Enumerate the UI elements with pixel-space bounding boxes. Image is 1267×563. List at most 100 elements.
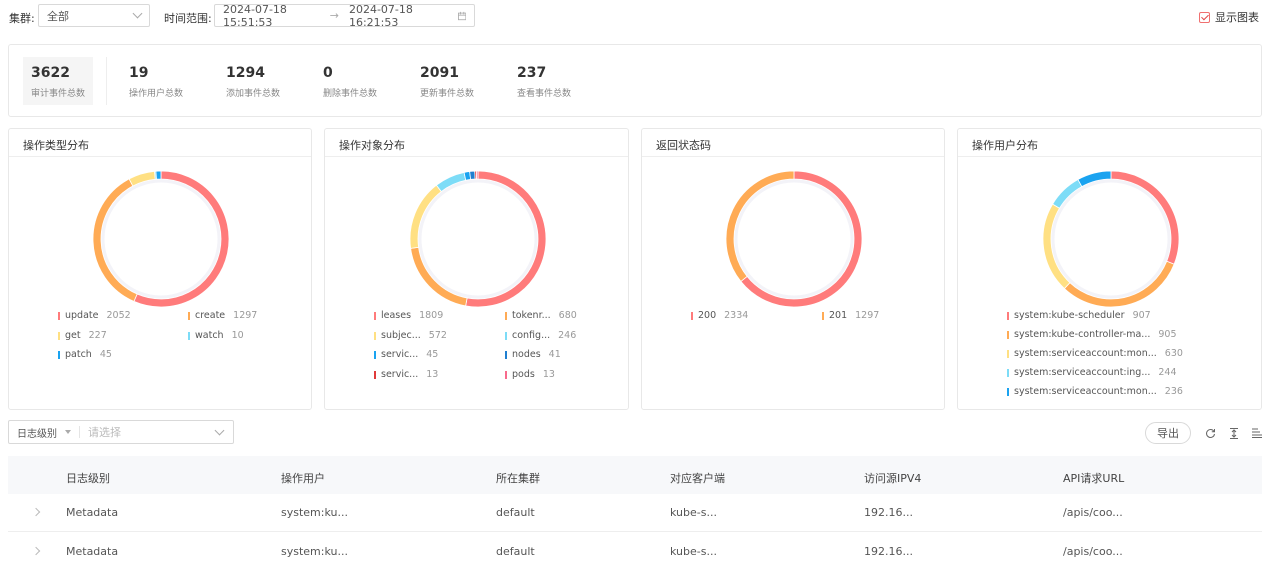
stat-label: 审计事件总数 [31, 89, 86, 99]
legend-item[interactable]: config... 246 [505, 330, 576, 341]
legend-swatch [374, 350, 376, 359]
legend-value: 630 [1164, 348, 1183, 359]
column-height-icon[interactable] [1229, 428, 1239, 439]
log-level-label: 日志级别 [17, 428, 57, 440]
legend-item[interactable]: watch 10 [188, 330, 244, 341]
legend-name: get [65, 330, 81, 341]
legend-item[interactable]: nodes 41 [505, 349, 561, 360]
column-header-source-ip[interactable]: 访问源IPV4 [864, 470, 921, 486]
stat-divider [106, 57, 107, 105]
column-header-api-url[interactable]: API请求URL [1063, 470, 1124, 486]
column-header-cluster[interactable]: 所在集群 [496, 470, 540, 486]
legend-item[interactable]: 201 1297 [822, 310, 879, 321]
show-chart-checkbox[interactable] [1199, 11, 1210, 23]
legend-name: watch [195, 330, 224, 341]
stat-value: 0 [323, 65, 333, 81]
legend-value: 244 [1158, 367, 1177, 378]
stat-value: 237 [517, 65, 547, 81]
stat-value: 19 [129, 65, 149, 81]
end-time[interactable]: 2024-07-18 16:21:53 [349, 3, 446, 29]
legend-swatch [1007, 311, 1009, 320]
legend-item[interactable]: tokenr... 680 [505, 310, 577, 321]
column-header-client[interactable]: 对应客户端 [670, 470, 725, 486]
log-level-select[interactable]: 请选择 [88, 424, 216, 440]
donut-slice[interactable] [155, 170, 162, 180]
refresh-icon[interactable] [1205, 428, 1216, 439]
donut-slice[interactable] [475, 170, 479, 180]
legend-item[interactable]: create 1297 [188, 310, 257, 321]
export-button[interactable]: 导出 [1145, 422, 1191, 444]
legend-swatch [691, 311, 693, 320]
legend-swatch [1007, 349, 1009, 358]
legend-name: config... [512, 330, 551, 341]
legend-value: 13 [426, 369, 439, 380]
panel-divider [325, 156, 628, 157]
legend-item[interactable]: patch 45 [58, 349, 112, 360]
stat-label: 操作用户总数 [129, 89, 184, 99]
cell-cluster: default [496, 545, 535, 558]
legend-swatch [58, 331, 60, 340]
panel-title: 返回状态码 [656, 139, 711, 152]
legend-item[interactable]: leases 1809 [374, 310, 443, 321]
legend-item[interactable]: update 2052 [58, 310, 131, 321]
legend-item[interactable]: system:serviceaccount:mon... 236 [1007, 386, 1183, 397]
legend-item[interactable]: servic... 13 [374, 369, 438, 380]
legend-item[interactable]: system:serviceaccount:mon... 630 [1007, 348, 1183, 359]
legend-swatch [1007, 387, 1009, 396]
log-level-filter[interactable]: 日志级别 请选择 [8, 420, 234, 444]
legend-value: 907 [1132, 310, 1151, 321]
legend-item[interactable]: 200 2334 [691, 310, 748, 321]
stat-value: 3622 [31, 65, 70, 81]
panel-divider [642, 156, 944, 157]
legend-swatch [822, 311, 824, 320]
legend-value: 10 [231, 330, 244, 341]
legend-value: 905 [1158, 329, 1177, 340]
show-chart-label: 显示图表 [1215, 11, 1259, 24]
stat-view: 237 查看事件总数 [509, 57, 579, 105]
legend-swatch [505, 331, 507, 340]
legend-name: patch [65, 349, 92, 360]
legend-swatch [188, 331, 190, 340]
legend-swatch [58, 311, 60, 320]
panel-title: 操作类型分布 [23, 139, 89, 152]
legend-item[interactable]: get 227 [58, 330, 107, 341]
legend-item[interactable]: system:kube-controller-ma... 905 [1007, 329, 1177, 340]
legend-value: 2052 [106, 310, 131, 321]
panel-divider [958, 156, 1261, 157]
caret-down-icon [65, 430, 71, 434]
cluster-select-value: 全部 [47, 9, 69, 23]
filter-divider [79, 426, 80, 438]
legend-item[interactable]: subjec... 572 [374, 330, 447, 341]
stat-label: 查看事件总数 [517, 89, 572, 99]
column-settings-icon[interactable] [1252, 428, 1262, 438]
donut-slice[interactable] [469, 170, 476, 180]
cell-client: kube-s... [670, 506, 717, 519]
legend-item[interactable]: servic... 45 [374, 349, 438, 360]
column-header-log-level[interactable]: 日志级别 [66, 470, 110, 486]
legend-swatch [505, 350, 507, 359]
operation-type-donut [92, 170, 230, 308]
cell-user: system:ku... [281, 545, 348, 558]
donut-inner-shadow [732, 177, 856, 301]
range-arrow-icon: → [329, 9, 339, 22]
stat-update: 2091 更新事件总数 [412, 57, 482, 105]
legend-item[interactable]: system:kube-scheduler 907 [1007, 310, 1151, 321]
cell-api-url: /apis/coo... [1063, 545, 1123, 558]
legend-value: 2334 [724, 310, 749, 321]
legend-name: leases [381, 310, 412, 321]
status-code-donut [725, 170, 863, 308]
panel-title: 操作用户分布 [972, 139, 1038, 152]
legend-swatch [505, 311, 507, 320]
cluster-select[interactable]: 全部 [38, 4, 150, 27]
legend-name: system:kube-controller-ma... [1014, 329, 1151, 340]
column-header-user[interactable]: 操作用户 [281, 470, 325, 486]
legend-swatch [1007, 330, 1009, 339]
legend-value: 45 [99, 349, 112, 360]
stat-users: 19 操作用户总数 [121, 57, 191, 105]
legend-swatch [188, 311, 190, 320]
show-chart-toggle[interactable]: 显示图表 [1199, 9, 1259, 25]
legend-item[interactable]: pods 13 [505, 369, 555, 380]
legend-item[interactable]: system:serviceaccount:ing... 244 [1007, 367, 1177, 378]
start-time[interactable]: 2024-07-18 15:51:53 [223, 3, 320, 29]
time-range-picker[interactable]: 2024-07-18 15:51:53 → 2024-07-18 16:21:5… [214, 3, 475, 29]
